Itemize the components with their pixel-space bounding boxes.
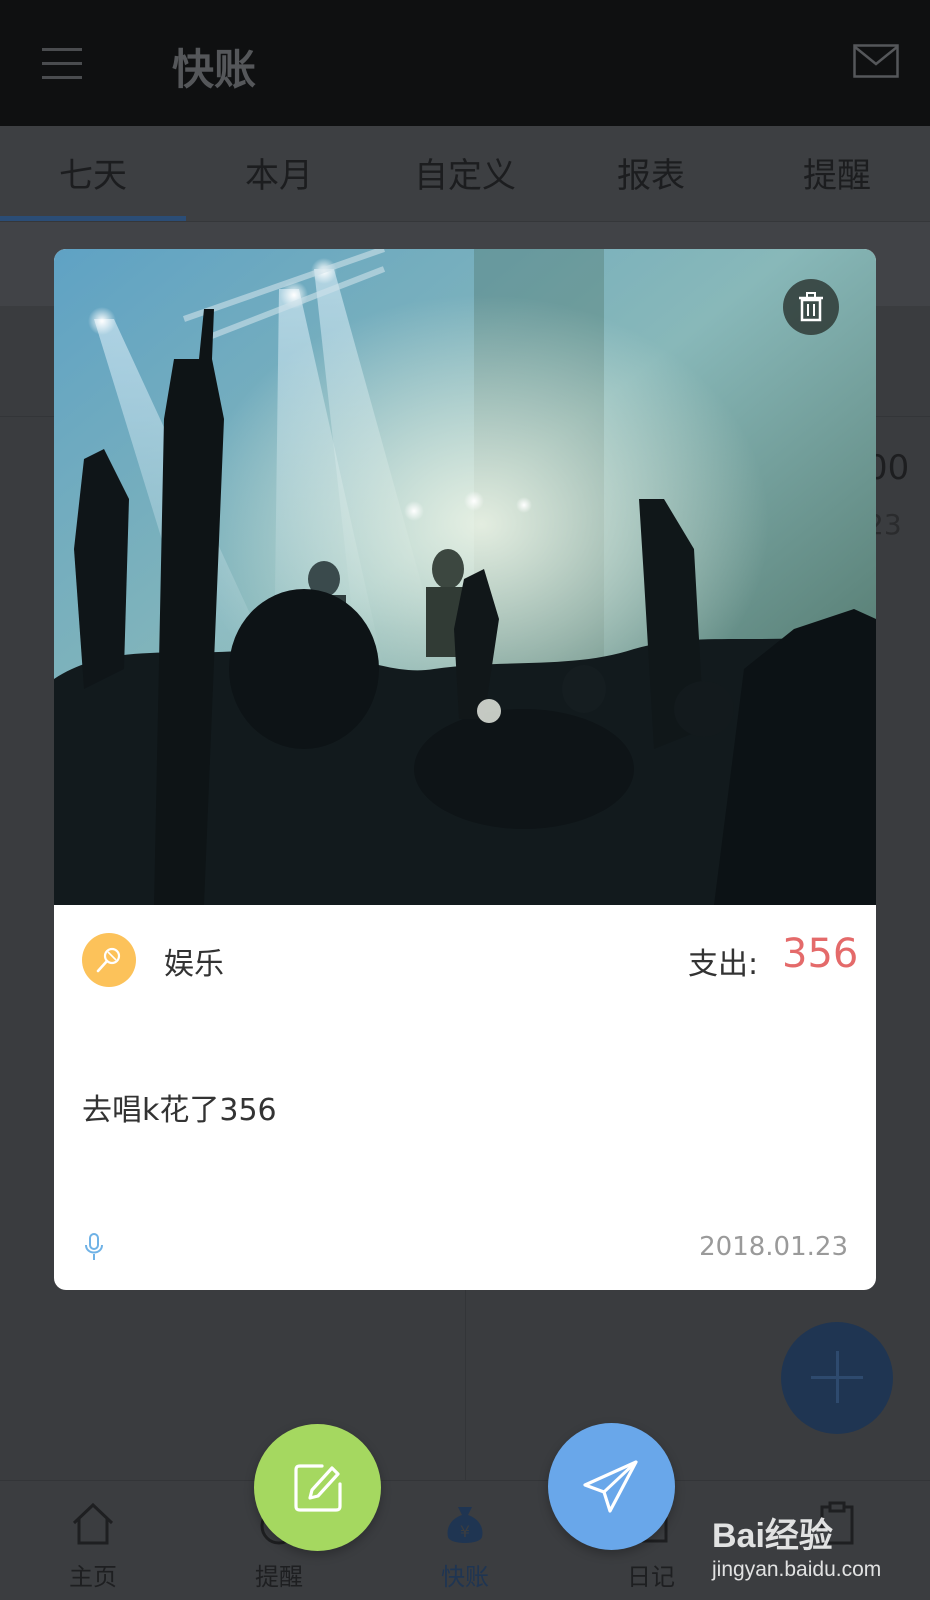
active-tab-indicator [0,216,186,221]
watermark-url: jingyan.baidu.com [712,1558,882,1581]
record-date: 2018.01.23 [699,1232,848,1262]
edit-icon [294,1464,342,1512]
hamburger-menu-icon[interactable] [42,44,82,82]
tab-this-month[interactable]: 本月 [186,148,372,197]
nav-quick-account-label: 快账 [441,1563,489,1591]
expense-amount: 356 [782,931,859,977]
period-tabs: 七天 本月 自定义 报表 提醒 [0,126,930,222]
paper-plane-icon [583,1460,638,1513]
nav-reminder-label: 提醒 [255,1563,303,1591]
trash-icon [799,292,823,322]
watermark-logo: Bai经验 [712,1517,833,1555]
tab-report[interactable]: 报表 [558,148,744,197]
record-detail-card: 娱乐 支出: 356 去唱k花了356 2018.01.23 [54,249,876,1290]
app-header: 快账 [0,0,930,126]
category-icon [82,933,136,987]
mic-icon[interactable] [84,1233,104,1261]
delete-button[interactable] [783,279,839,335]
nav-home-label: 主页 [69,1563,117,1591]
tab-seven-days[interactable]: 七天 [0,148,186,197]
nav-home[interactable]: 主页 [0,1481,186,1600]
svg-text:¥: ¥ [460,1522,470,1541]
tab-custom[interactable]: 自定义 [372,148,558,197]
mail-icon[interactable] [853,44,899,78]
record-memo: 去唱k花了356 [82,1093,277,1128]
money-bag-icon: ¥ [447,1507,483,1543]
edit-button[interactable] [254,1424,381,1551]
column-divider [465,1290,466,1480]
expense-label: 支出: [688,947,759,982]
concert-crowd-photo [54,249,876,905]
category-name: 娱乐 [164,947,224,982]
baidu-jingyan-watermark: Bai经验 jingyan.baidu.com [712,1508,922,1592]
tab-reminder[interactable]: 提醒 [744,148,930,197]
send-button[interactable] [548,1423,675,1550]
home-icon [72,1502,114,1545]
microphone-icon [96,947,121,973]
add-record-fab[interactable] [781,1322,893,1434]
app-title: 快账 [172,45,257,94]
nav-quick-account[interactable]: ¥ 快账 [372,1481,558,1600]
